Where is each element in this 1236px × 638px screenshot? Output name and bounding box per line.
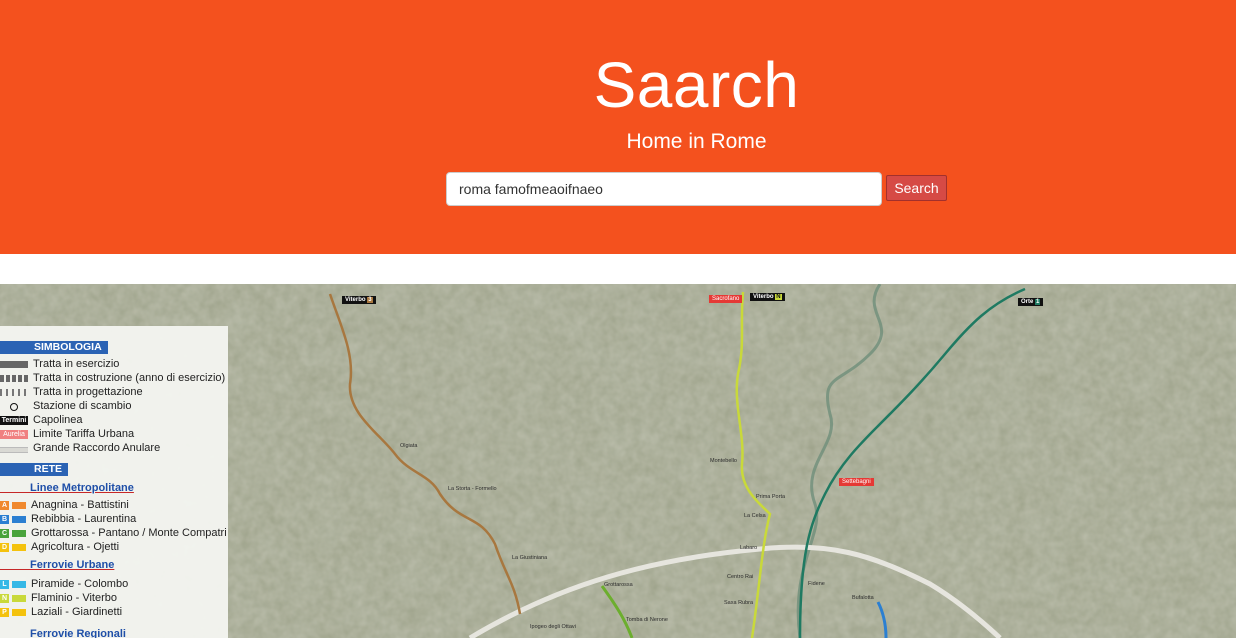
place-label: Fidene (808, 581, 825, 587)
legend-subheading: Linee Metropolitane (0, 482, 134, 494)
place-label: La Storta - Formello (448, 486, 497, 492)
place-label: Grottarossa (604, 582, 633, 588)
hero-header: Saarch Home in Rome Search (0, 0, 1236, 254)
map-legend: SIMBOLOGIA Tratta in esercizio Tratta in… (0, 326, 228, 638)
red-station-tag: Settebagni (839, 478, 874, 486)
place-label: Bufalotta (852, 595, 874, 601)
place-label: Ipogeo degli Ottavi (530, 624, 576, 630)
legend-subheading: Ferrovie Regionali (30, 627, 126, 638)
place-label: La Celsa (744, 513, 766, 519)
place-label: Labaro (740, 545, 758, 551)
site-subtitle: Home in Rome (626, 130, 767, 153)
place-label: Centro Rai (727, 574, 754, 580)
legend-section-title: RETE (0, 463, 69, 476)
legend-subheading: Ferrovie Urbane (0, 559, 115, 571)
place-label: Olgiata (400, 443, 418, 449)
search-button[interactable]: Search (886, 175, 947, 201)
legend-section-title: SIMBOLOGIA (0, 341, 108, 354)
site-title: Saarch (593, 49, 800, 121)
line-tag: Orte 1 (1018, 298, 1044, 306)
place-label: Tomba di Nerone (626, 617, 668, 623)
transit-map-image: Viterbo 3 Viterbo N Orte 1 Sacrofano Set… (0, 284, 1236, 638)
place-label: Saxa Rubra (724, 600, 754, 606)
line-tag: Viterbo 3 (342, 296, 376, 304)
red-station-tag: Sacrofano (709, 295, 743, 303)
line-tag: Viterbo N (750, 293, 785, 301)
place-label: Montebello (710, 458, 737, 464)
place-label: Prima Porta (756, 494, 786, 500)
search-input[interactable] (446, 172, 882, 206)
place-label: La Giustiniana (512, 555, 548, 561)
